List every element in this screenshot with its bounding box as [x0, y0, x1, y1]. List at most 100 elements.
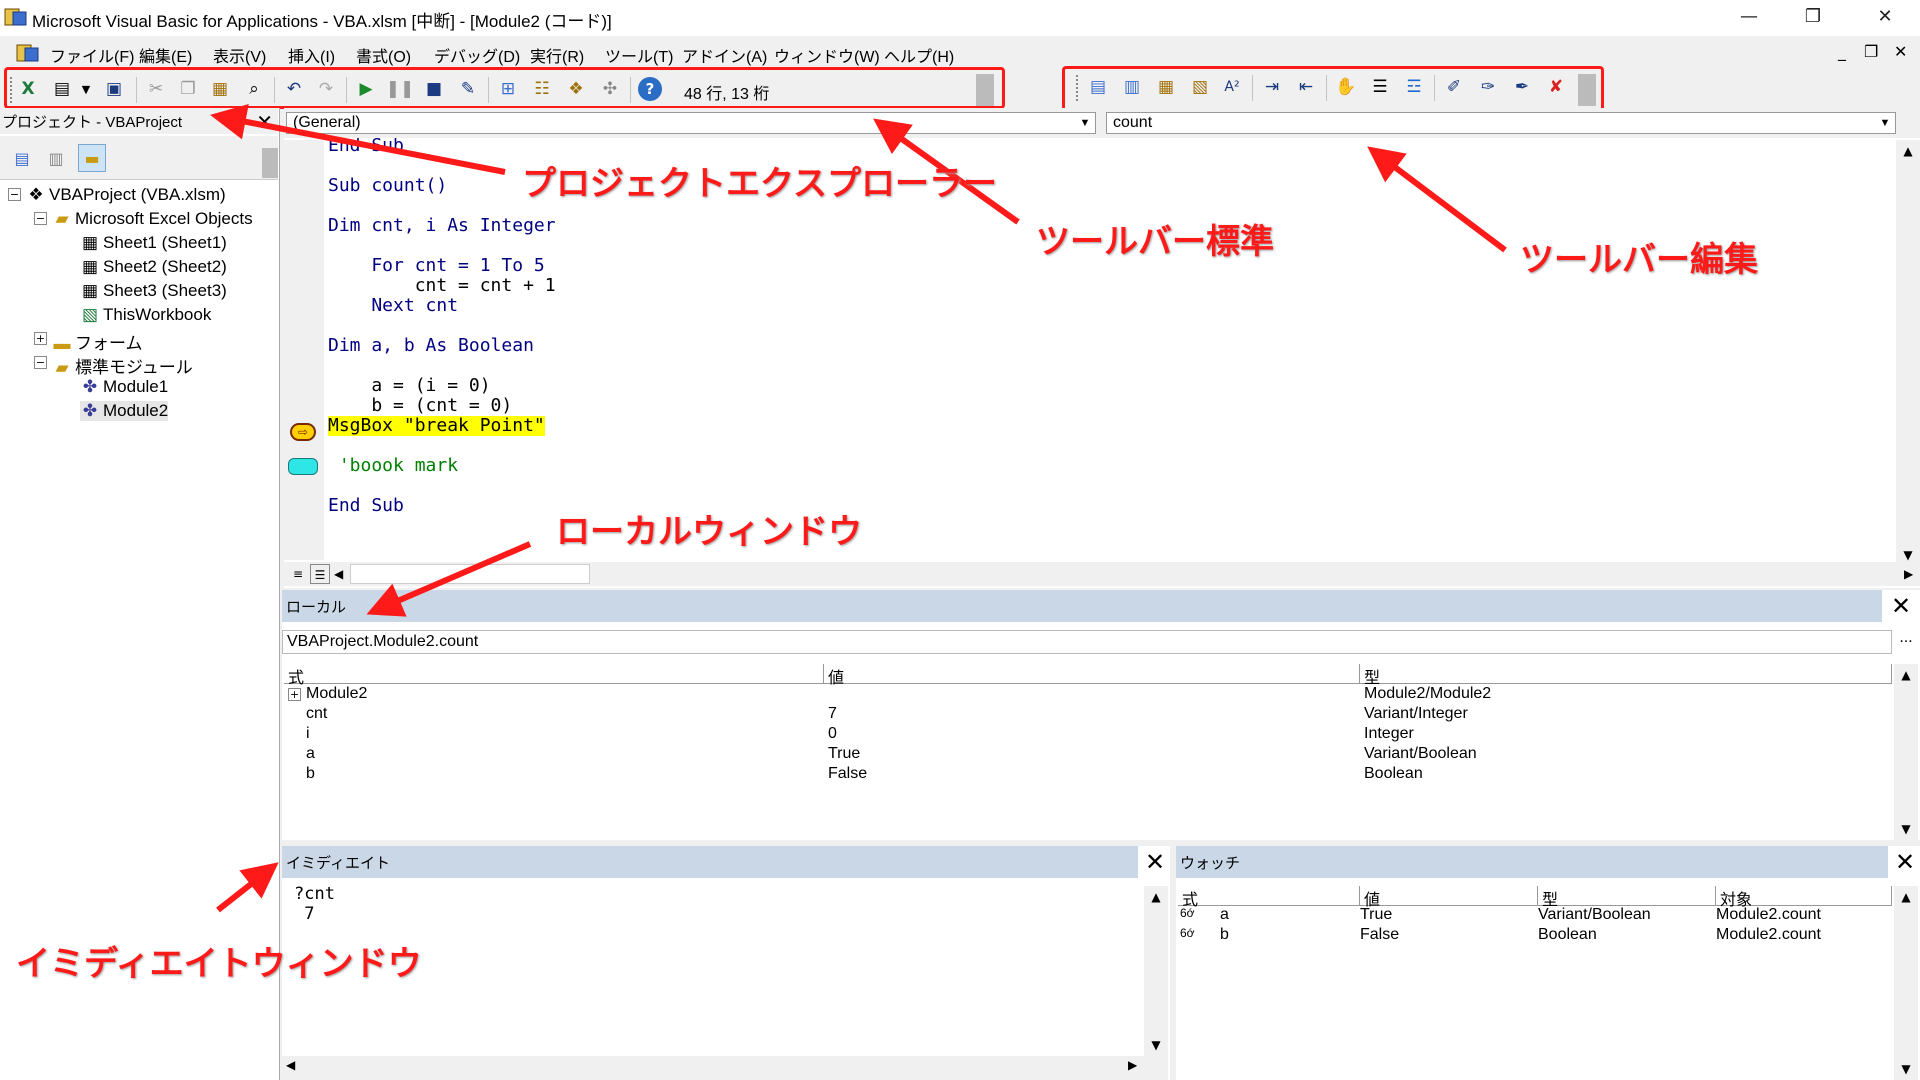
minimize-button[interactable]: — [1720, 0, 1778, 34]
menu-edit[interactable]: 編集(E) [139, 43, 192, 67]
tree-toggle[interactable]: − [34, 212, 47, 225]
chevron-down-icon[interactable]: ▼ [1875, 113, 1895, 133]
locals-row-value[interactable]: 7 [828, 705, 837, 723]
procedure-combo[interactable]: count ▼ [1106, 112, 1896, 134]
scroll-up-icon[interactable]: ▲ [1896, 140, 1920, 162]
immediate-scrollbar[interactable]: ▲ ▼ [1144, 886, 1168, 1056]
tree-item-sheet1[interactable]: ▦ Sheet1 (Sheet1) [80, 233, 227, 253]
bookmark-icon [288, 458, 318, 475]
object-combo[interactable]: (General) ▼ [286, 112, 1096, 134]
close-icon[interactable]: ✕ [1140, 847, 1170, 877]
tree-item-sheet2[interactable]: ▦ Sheet2 (Sheet2) [80, 257, 227, 277]
chevron-down-icon[interactable]: ▼ [1075, 113, 1095, 133]
watch-row-type: Variant/Boolean [1538, 906, 1651, 923]
scroll-down-icon[interactable]: ▼ [1894, 818, 1918, 840]
menu-format[interactable]: 書式(O) [356, 43, 411, 67]
tree-item-forms[interactable]: ▬ フォーム [52, 329, 143, 354]
mdi-restore-button[interactable]: ❐ [1864, 42, 1878, 61]
locals-scrollbar[interactable]: ▲ ▼ [1894, 664, 1918, 840]
tree-item-vbaproject[interactable]: ❖ VBAProject (VBA.xlsm) [26, 185, 226, 205]
watch-scrollbar[interactable]: ▲ ▼ [1894, 886, 1918, 1080]
watch-row-value[interactable]: True [1360, 906, 1392, 924]
locals-header-type: 型 [1360, 664, 1892, 687]
tree-item-excel-objects[interactable]: ▰ Microsoft Excel Objects [52, 209, 252, 229]
locals-row-expression[interactable]: a [306, 745, 315, 763]
locals-row-expression[interactable]: cnt [306, 705, 327, 723]
menu-debug[interactable]: デバッグ(D) [434, 43, 520, 67]
tree-item-sheet3[interactable]: ▦ Sheet3 (Sheet3) [80, 281, 227, 301]
close-button[interactable]: ✕ [1856, 0, 1914, 34]
locals-row-value[interactable]: 0 [828, 725, 837, 743]
tree-item-label: Sheet1 (Sheet1) [103, 233, 227, 252]
tree-item-thisworkbook[interactable]: ▧ ThisWorkbook [80, 305, 211, 325]
menu-run[interactable]: 実行(R) [530, 43, 584, 67]
watch-row-expression[interactable]: b [1220, 926, 1229, 944]
locals-header-value: 値 [824, 664, 1360, 687]
scroll-up-icon[interactable]: ▲ [1894, 664, 1918, 686]
tree-toggle[interactable]: + [34, 332, 47, 345]
tree-toggle[interactable]: − [8, 188, 21, 201]
watch-row-expression[interactable]: a [1220, 906, 1229, 924]
immediate-input[interactable]: ?cnt 7 [294, 884, 335, 924]
menu-view[interactable]: 表示(V) [213, 43, 266, 67]
scroll-up-icon[interactable]: ▲ [1894, 886, 1918, 908]
menu-file[interactable]: ファイル(F) [50, 43, 134, 67]
view-code-icon[interactable]: ▤ [8, 144, 36, 172]
call-stack-button[interactable]: ... [1894, 630, 1918, 654]
menu-tools[interactable]: ツール(T) [605, 43, 673, 67]
close-icon[interactable]: ✕ [256, 110, 273, 134]
menu-addins[interactable]: アドイン(A) [682, 43, 767, 67]
scroll-left-icon[interactable]: ◀ [286, 1058, 295, 1072]
mdi-minimize-button[interactable]: _ [1838, 42, 1846, 61]
scroll-left-icon[interactable]: ◀ [334, 564, 346, 584]
scroll-right-icon[interactable]: ▶ [1904, 564, 1916, 584]
watch-row-value[interactable]: False [1360, 926, 1399, 944]
locals-row-value[interactable]: False [828, 765, 867, 783]
view-object-icon[interactable]: ▥ [42, 144, 70, 172]
close-icon[interactable]: ✕ [1886, 591, 1916, 621]
mdi-close-button[interactable]: ✕ [1894, 42, 1907, 61]
code-line: Dim cnt, i As Integer [328, 215, 556, 236]
scroll-thumb[interactable] [350, 564, 590, 584]
annotation-project-explorer: プロジェクトエクスプローラー [522, 164, 997, 204]
tree-item-label: Module1 [103, 377, 169, 396]
code-line: For cnt = 1 To 5 [328, 255, 545, 276]
tree-item-standard-modules[interactable]: ▰ 標準モジュール [52, 353, 192, 378]
tree-item-label: ThisWorkbook [103, 305, 212, 324]
annotation-toolbar-edit: ツールバー編集 [1520, 240, 1758, 280]
scroll-up-icon[interactable]: ▲ [1144, 886, 1168, 908]
execution-arrow-icon: ⇨ [290, 423, 316, 441]
annotation-immediate-window: イミディエイトウィンドウ [16, 944, 422, 984]
full-module-view-icon[interactable]: ☰ [310, 564, 330, 584]
title-bar: Microsoft Visual Basic for Applications … [0, 0, 1920, 36]
locals-row-value[interactable]: True [828, 745, 860, 763]
tree-toggle-plus[interactable]: + [288, 688, 301, 701]
project-explorer-title: プロジェクト - VBAProject [0, 108, 278, 134]
tree-item-module1[interactable]: ✤ Module1 [80, 377, 168, 397]
scroll-right-icon[interactable]: ▶ [1128, 1058, 1137, 1072]
locals-row-expression[interactable]: Module2 [306, 685, 367, 703]
code-vertical-scrollbar[interactable]: ▲ ▼ [1896, 140, 1920, 566]
tree-toggle[interactable]: − [34, 356, 47, 369]
menu-window[interactable]: ウィンドウ(W) [774, 43, 880, 67]
locals-row-expression[interactable]: i [306, 725, 310, 743]
close-icon[interactable]: ✕ [1890, 847, 1920, 877]
scroll-down-icon[interactable]: ▼ [1144, 1034, 1168, 1056]
procedure-combo-value: count [1113, 114, 1153, 131]
toggle-folders-icon[interactable]: ▬ [78, 144, 106, 172]
code-horizontal-scrollbar[interactable]: ≡ ☰ ◀ ▶ [284, 562, 1920, 586]
tree-item-label: VBAProject (VBA.xlsm) [49, 185, 226, 204]
locals-row-expression[interactable]: b [306, 765, 315, 783]
menu-help[interactable]: ヘルプ(H) [884, 43, 954, 67]
tree-item-label: フォーム [75, 334, 143, 353]
procedure-view-icon[interactable]: ≡ [288, 564, 308, 584]
tree-item-module2[interactable]: ✤ Module2 [80, 401, 169, 421]
immediate-hscroll[interactable]: ◀ ▶ [282, 1056, 1168, 1080]
code-margin[interactable]: ⇨ [284, 140, 324, 560]
vba-menu-icon[interactable] [16, 42, 40, 68]
menu-insert[interactable]: 挿入(I) [288, 43, 335, 67]
maximize-button[interactable]: ❐ [1784, 0, 1842, 34]
code-line: End Sub [328, 138, 404, 156]
proj-scroll[interactable] [262, 148, 278, 178]
scroll-down-icon[interactable]: ▼ [1894, 1058, 1918, 1080]
